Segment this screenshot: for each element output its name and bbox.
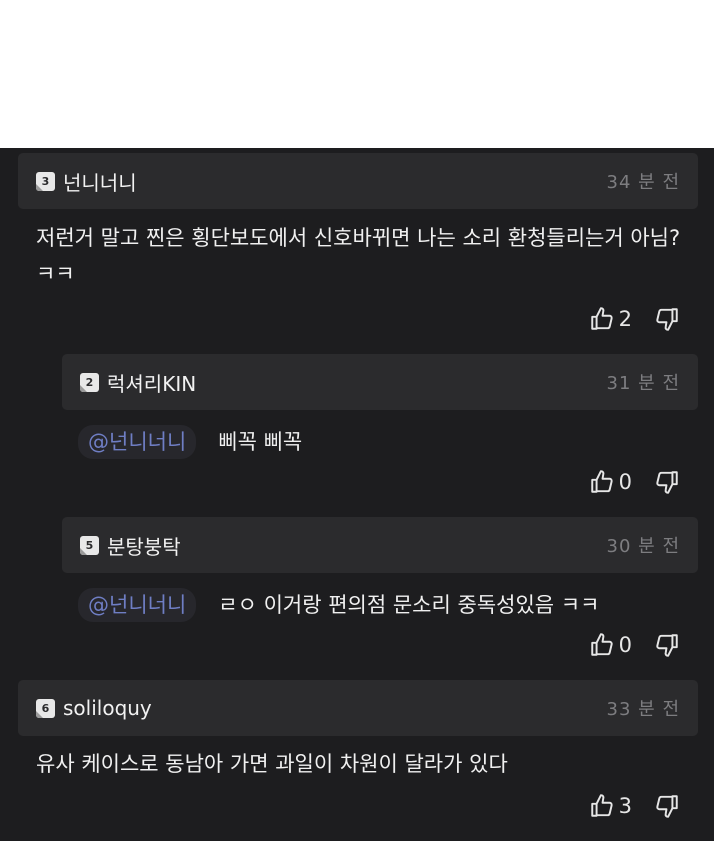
- mention-tag[interactable]: @넌니너니: [78, 588, 197, 622]
- rank-badge-icon: 5: [80, 535, 99, 555]
- comment-timestamp: 30 분 전: [606, 536, 680, 557]
- like-count: 2: [618, 307, 632, 331]
- reply-text: ㄹㅇ 이거랑 편의점 문소리 중독성있음 ㅋㅋ: [218, 593, 600, 617]
- comment-text: @넌니너니 삐꼭 삐꼭: [78, 424, 698, 460]
- reply-text: 삐꼭 삐꼭: [218, 430, 303, 454]
- comment: 6 soliloquy 33 분 전 유사 케이스로 동남아 가면 과일이 차원…: [0, 679, 714, 841]
- rank-badge-icon: 2: [80, 372, 99, 392]
- thumbs-down-icon[interactable]: [654, 306, 680, 332]
- like-count: 0: [618, 633, 632, 657]
- comment-author[interactable]: 5 분탕붕탁: [80, 531, 181, 560]
- like-count: 3: [618, 794, 632, 818]
- comment-timestamp: 33 분 전: [606, 699, 680, 720]
- reply-comment: 2 럭셔리KIN 31 분 전 @넌니너니 삐꼭 삐꼭 0: [0, 353, 714, 511]
- author-name[interactable]: 럭셔리KIN: [107, 368, 196, 397]
- author-name[interactable]: 분탕붕탁: [107, 531, 181, 560]
- comment-text: 저런거 말고 찐은 횡단보도에서 신호바뀌면 나는 소리 환청들리는거 아님? …: [36, 226, 681, 286]
- thumbs-up-icon[interactable]: [589, 469, 615, 495]
- comment-timestamp: 34 분 전: [606, 172, 680, 193]
- like-count: 0: [618, 470, 632, 494]
- comment: 3 넌니너니 34 분 전 저런거 말고 찐은 횡단보도에서 신호바뀌면 나는 …: [0, 148, 714, 348]
- rank-badge-icon: 6: [36, 698, 55, 718]
- author-name[interactable]: 넌니너니: [63, 167, 137, 196]
- thumbs-up-icon[interactable]: [589, 306, 615, 332]
- thumbs-down-icon[interactable]: [654, 632, 680, 658]
- comment-header: 6 soliloquy 33 분 전: [18, 680, 698, 736]
- comment-header: 5 분탕붕탁 30 분 전: [62, 517, 698, 573]
- comment-author[interactable]: 6 soliloquy: [36, 696, 152, 720]
- vote-bar: 0: [589, 632, 680, 658]
- vote-bar: 3: [589, 793, 680, 819]
- thumbs-up-icon[interactable]: [589, 793, 615, 819]
- comment-text: 유사 케이스로 동남아 가면 과일이 차원이 달라가 있다: [36, 752, 508, 776]
- comment-list: 3 넌니너니 34 분 전 저런거 말고 찐은 횡단보도에서 신호바뀌면 나는 …: [0, 148, 714, 841]
- thumbs-down-icon[interactable]: [654, 793, 680, 819]
- vote-bar: 2: [589, 306, 680, 332]
- author-name[interactable]: soliloquy: [63, 696, 152, 720]
- reply-comment: 5 분탕붕탁 30 분 전 @넌니너니 ㄹㅇ 이거랑 편의점 문소리 중독성있음 …: [0, 516, 714, 674]
- vote-bar: 0: [589, 469, 680, 495]
- rank-badge-icon: 3: [36, 171, 55, 191]
- comment-timestamp: 31 분 전: [606, 373, 680, 394]
- thumbs-down-icon[interactable]: [654, 469, 680, 495]
- comment-header: 2 럭셔리KIN 31 분 전: [62, 354, 698, 410]
- comment-text: @넌니너니 ㄹㅇ 이거랑 편의점 문소리 중독성있음 ㅋㅋ: [78, 587, 698, 623]
- thumbs-up-icon[interactable]: [589, 632, 615, 658]
- mention-tag[interactable]: @넌니너니: [78, 425, 197, 459]
- comment-author[interactable]: 2 럭셔리KIN: [80, 368, 196, 397]
- comment-header: 3 넌니너니 34 분 전: [18, 153, 698, 209]
- comment-author[interactable]: 3 넌니너니: [36, 167, 137, 196]
